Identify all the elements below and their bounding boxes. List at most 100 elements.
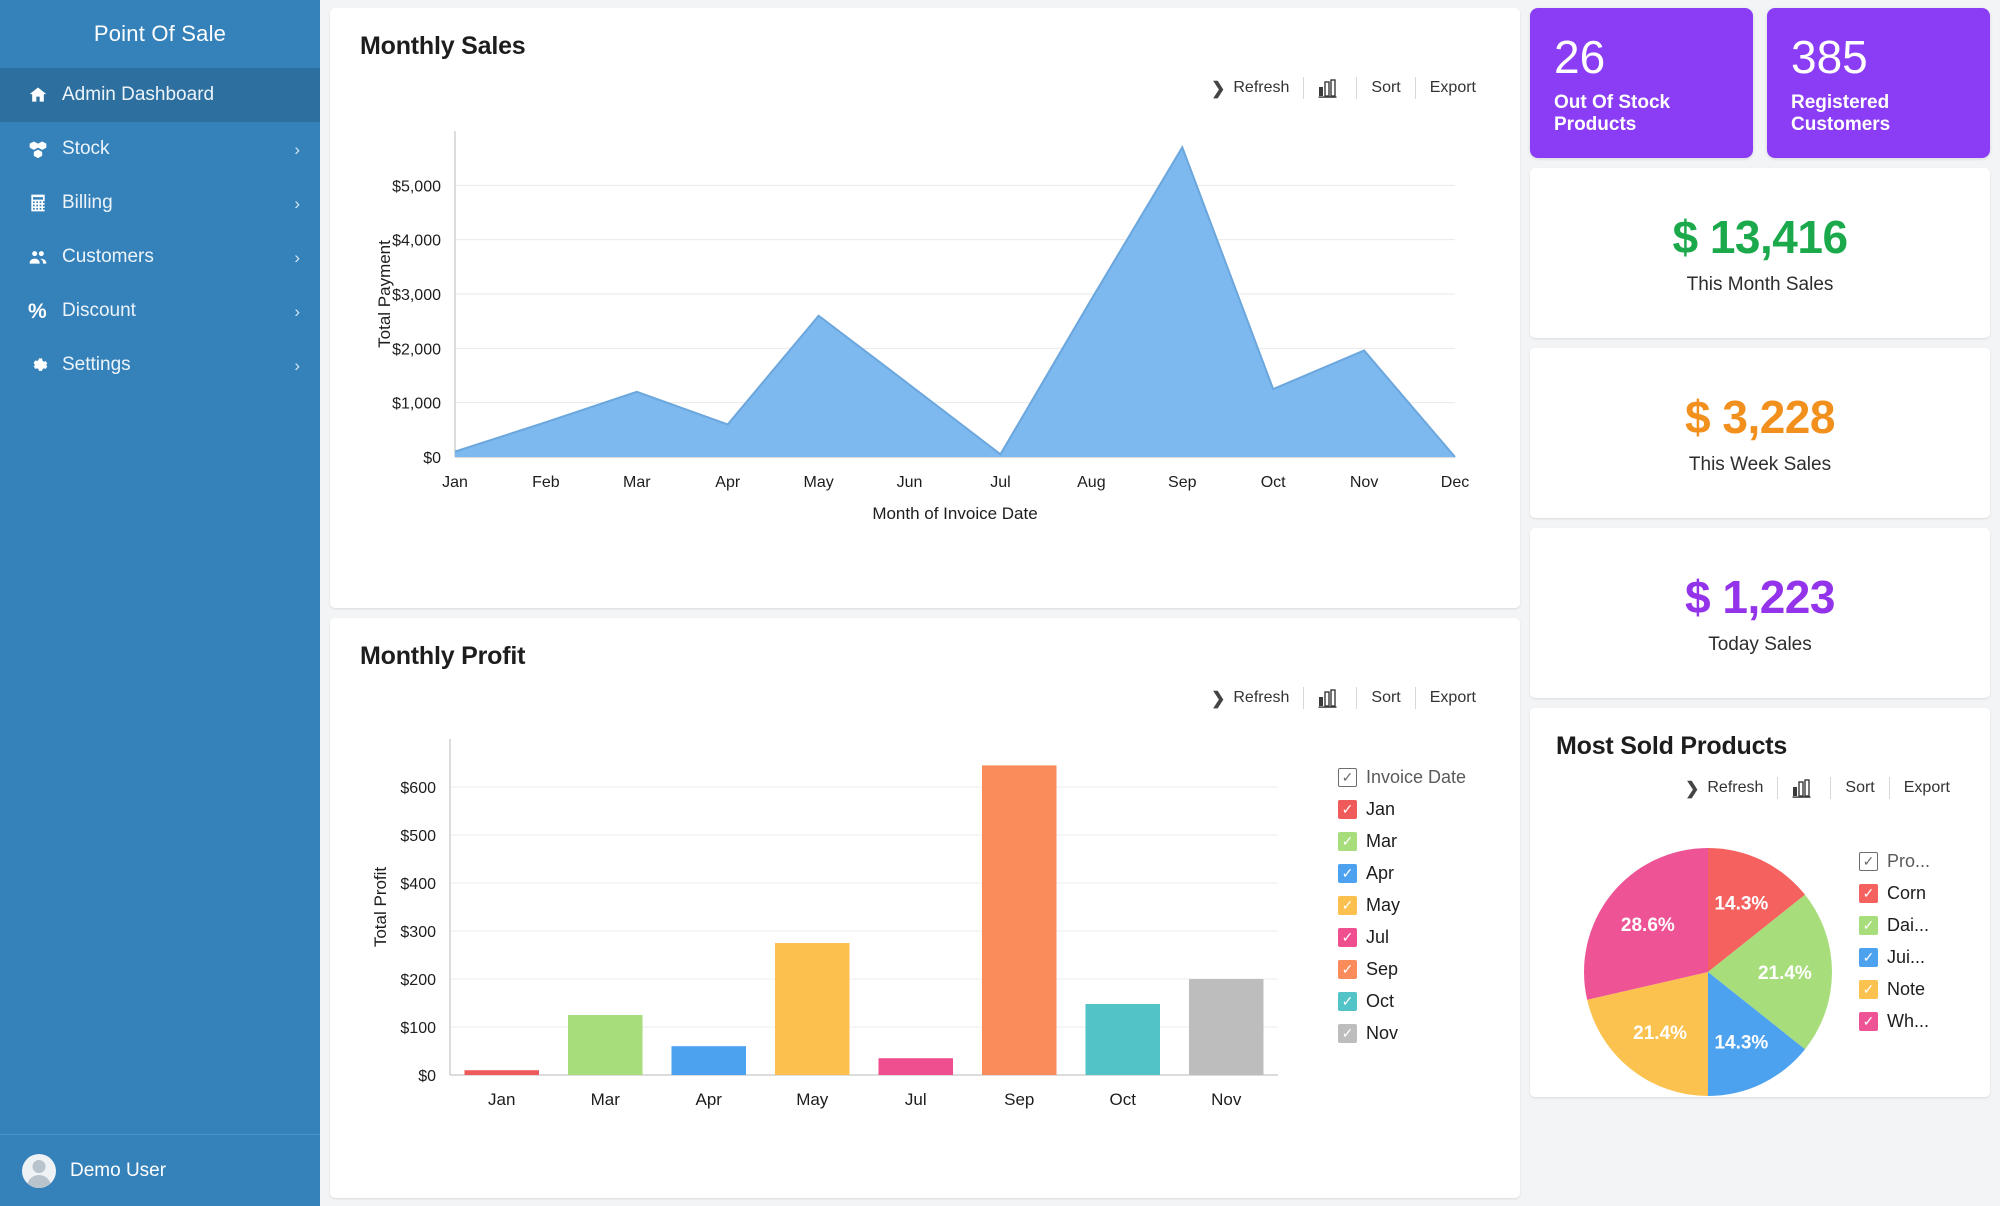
- monthly-sales-refresh-button[interactable]: ❯Refresh: [1197, 77, 1303, 99]
- legend-item[interactable]: ✓Corn: [1859, 877, 1964, 909]
- monthly-sales-chart-type-button[interactable]: [1304, 77, 1356, 99]
- legend-swatch-checkbox[interactable]: ✓: [1338, 1024, 1357, 1043]
- checkbox-icon[interactable]: ✓: [1338, 768, 1357, 787]
- sidebar-item-label: Settings: [62, 354, 294, 376]
- monthly-profit-sort-button[interactable]: Sort: [1357, 687, 1414, 709]
- stat-tile: 26 Out Of Stock Products: [1530, 8, 1753, 158]
- legend-header[interactable]: ✓Invoice Date: [1338, 761, 1490, 793]
- legend-swatch-checkbox[interactable]: ✓: [1859, 884, 1878, 903]
- svg-text:$500: $500: [400, 828, 436, 845]
- svg-text:$0: $0: [418, 1068, 436, 1085]
- monthly-sales-export-button[interactable]: Export: [1416, 77, 1490, 99]
- chevron-right-icon: ❯: [1211, 690, 1225, 707]
- stat-label: This Month Sales: [1687, 274, 1834, 296]
- boxes-icon: [28, 139, 62, 159]
- sidebar-item-admin-dashboard[interactable]: Admin Dashboard: [0, 68, 320, 122]
- monthly-sales-sort-button[interactable]: Sort: [1357, 77, 1414, 99]
- legend-swatch-checkbox[interactable]: ✓: [1338, 832, 1357, 851]
- monthly-sales-chart: $0$1,000$2,000$3,000$4,000$5,000JanFebMa…: [360, 117, 1490, 557]
- sidebar-item-label: Discount: [62, 300, 294, 322]
- percent-icon: %: [28, 301, 62, 322]
- legend-item[interactable]: ✓ Note: [1859, 973, 1964, 1005]
- bar: [775, 943, 850, 1075]
- sidebar-item-billing[interactable]: Billing›: [0, 176, 320, 230]
- stat-card-month: $ 13,416 This Month Sales: [1530, 168, 1990, 338]
- legend-item[interactable]: ✓ Dai...: [1859, 909, 1964, 941]
- legend-swatch-checkbox[interactable]: ✓: [1338, 928, 1357, 947]
- svg-text:Jul: Jul: [990, 474, 1010, 491]
- legend-item[interactable]: ✓ Oct: [1338, 985, 1490, 1017]
- svg-text:$100: $100: [400, 1020, 436, 1037]
- checkbox-icon[interactable]: ✓: [1859, 852, 1878, 871]
- svg-text:Sep: Sep: [1004, 1090, 1034, 1109]
- sidebar-item-stock[interactable]: Stock›: [0, 122, 320, 176]
- legend-item[interactable]: ✓Nov: [1338, 1017, 1490, 1049]
- chevron-right-icon: ❯: [1685, 780, 1699, 797]
- calculator-icon: [28, 193, 62, 213]
- monthly-profit-legend: ✓Invoice Date✓Jan✓Mar✓Apr✓May✓Jul✓Sep✓Oc…: [1320, 727, 1490, 1147]
- svg-text:Jun: Jun: [897, 474, 923, 491]
- most-sold-refresh-button[interactable]: ❯Refresh: [1671, 777, 1777, 799]
- monthly-profit-export-button[interactable]: Export: [1416, 687, 1490, 709]
- legend-swatch-checkbox[interactable]: ✓: [1338, 864, 1357, 883]
- svg-text:$1,000: $1,000: [392, 396, 441, 413]
- pie-slice-label: 14.3%: [1714, 1032, 1768, 1053]
- legend-item[interactable]: ✓Jul: [1338, 921, 1490, 953]
- legend-item[interactable]: ✓ Sep: [1338, 953, 1490, 985]
- legend-label: Oct: [1366, 991, 1394, 1012]
- monthly-profit-chart-type-button[interactable]: [1304, 687, 1356, 709]
- legend-swatch-checkbox[interactable]: ✓: [1338, 992, 1357, 1011]
- legend-header[interactable]: ✓Pro...: [1859, 845, 1964, 877]
- y-tick-labels: $0$1,000$2,000$3,000$4,000$5,000: [392, 178, 441, 467]
- most-sold-chart-type-button[interactable]: [1778, 777, 1830, 799]
- svg-text:Jul: Jul: [905, 1090, 927, 1109]
- legend-swatch-checkbox[interactable]: ✓: [1859, 916, 1878, 935]
- most-sold-export-button[interactable]: Export: [1890, 777, 1964, 799]
- legend-item[interactable]: ✓Wh...: [1859, 1005, 1964, 1037]
- most-sold-svg: 14.3%21.4%14.3%21.4%28.6%: [1583, 847, 1833, 1097]
- most-sold-sort-button[interactable]: Sort: [1831, 777, 1888, 799]
- bar: [982, 765, 1057, 1075]
- svg-text:Apr: Apr: [696, 1090, 723, 1109]
- svg-text:Sep: Sep: [1168, 474, 1197, 491]
- legend-swatch-checkbox[interactable]: ✓: [1859, 1012, 1878, 1031]
- sidebar-user-name: Demo User: [70, 1160, 166, 1182]
- stat-value: $ 3,228: [1685, 390, 1835, 444]
- legend-swatch-checkbox[interactable]: ✓: [1859, 980, 1878, 999]
- legend-swatch-checkbox[interactable]: ✓: [1338, 800, 1357, 819]
- user-avatar-icon: [22, 1154, 56, 1188]
- legend-label: Note: [1887, 979, 1925, 1000]
- legend-swatch-checkbox[interactable]: ✓: [1859, 948, 1878, 967]
- svg-text:May: May: [804, 474, 834, 491]
- stat-label: This Week Sales: [1689, 454, 1831, 476]
- svg-text:Nov: Nov: [1350, 474, 1378, 491]
- sidebar-item-customers[interactable]: Customers›: [0, 230, 320, 284]
- bars: [464, 765, 1263, 1075]
- legend-label: Sep: [1366, 959, 1398, 980]
- sidebar-item-discount[interactable]: %Discount›: [0, 284, 320, 338]
- legend-item[interactable]: ✓Apr: [1338, 857, 1490, 889]
- sidebar-item-settings[interactable]: Settings›: [0, 338, 320, 392]
- sidebar-user[interactable]: Demo User: [0, 1134, 320, 1206]
- legend-item[interactable]: ✓Jui...: [1859, 941, 1964, 973]
- legend-label: Dai...: [1887, 915, 1929, 936]
- most-sold-panel: Most Sold Products ❯RefreshSortExport 14…: [1530, 708, 1990, 1097]
- legend-item[interactable]: ✓May: [1338, 889, 1490, 921]
- legend-swatch-checkbox[interactable]: ✓: [1338, 960, 1357, 979]
- sort-label: Sort: [1371, 690, 1400, 706]
- sidebar-item-label: Billing: [62, 192, 294, 214]
- tile-label: Out Of Stock Products: [1554, 92, 1753, 136]
- monthly-profit-refresh-button[interactable]: ❯Refresh: [1197, 687, 1303, 709]
- chevron-right-icon: ❯: [1211, 80, 1225, 97]
- main-content: Monthly Sales ❯RefreshSortExport $0$1,00…: [320, 0, 2000, 1206]
- pie-slice-label: 28.6%: [1620, 915, 1674, 936]
- tile-value: 385: [1791, 34, 1990, 80]
- svg-text:$3,000: $3,000: [392, 287, 441, 304]
- legend-swatch-checkbox[interactable]: ✓: [1338, 896, 1357, 915]
- tile-value: 26: [1554, 34, 1753, 80]
- legend-item[interactable]: ✓Jan: [1338, 793, 1490, 825]
- svg-text:Jan: Jan: [488, 1090, 515, 1109]
- gear-icon: [28, 355, 62, 375]
- legend-item[interactable]: ✓Mar: [1338, 825, 1490, 857]
- sidebar-item-label: Admin Dashboard: [62, 84, 300, 106]
